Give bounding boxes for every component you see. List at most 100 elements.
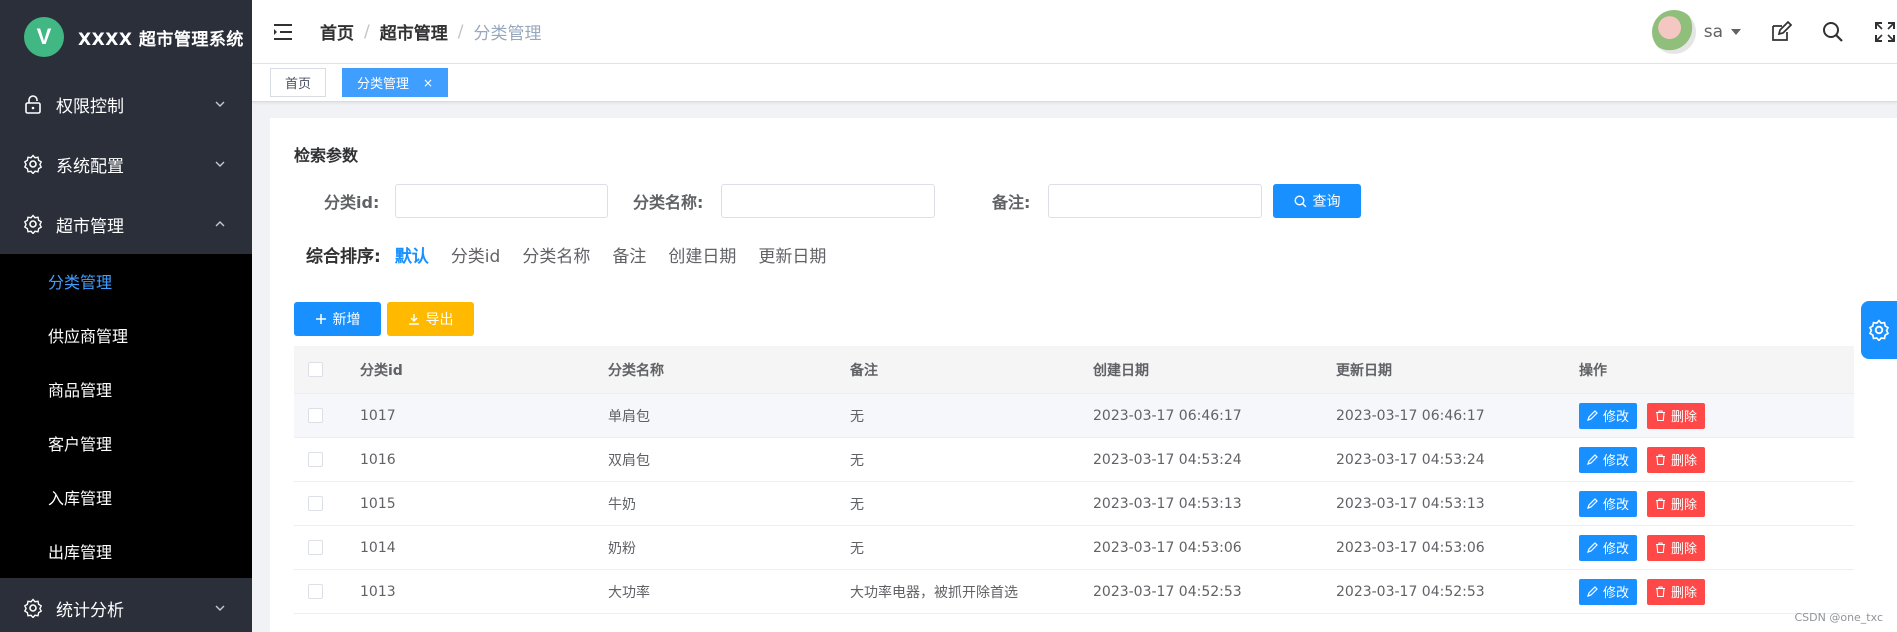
category-id-input[interactable] (395, 184, 608, 218)
remark-input[interactable] (1048, 184, 1262, 218)
field-label-remark: 备注: (992, 193, 1031, 212)
category-table: 分类id 分类名称 备注 创建日期 更新日期 操作 1017 单肩包 无 202… (294, 346, 1854, 614)
menu-item-permission[interactable]: 权限控制 (0, 74, 252, 134)
avatar[interactable] (1651, 10, 1696, 54)
delete-button-label: 删除 (1671, 454, 1698, 469)
menu-item-system-config[interactable]: 系统配置 (0, 134, 252, 194)
edit-button[interactable]: 修改 (1579, 402, 1638, 429)
delete-button-label: 删除 (1671, 542, 1698, 557)
query-button[interactable]: 查询 (1273, 184, 1361, 218)
row-checkbox[interactable] (308, 408, 323, 423)
cell-id: 1013 (360, 583, 396, 600)
add-button-label: 新增 (332, 312, 361, 328)
cell-updated: 2023-03-17 06:46:17 (1336, 407, 1485, 424)
settings-drawer-button[interactable] (1861, 301, 1897, 359)
gear-icon (22, 597, 44, 619)
logo[interactable]: V XXXX 超市管理系统 (0, 0, 252, 74)
user-dropdown[interactable]: sa (1704, 22, 1741, 42)
column-header-name[interactable]: 分类名称 (608, 360, 850, 380)
trash-icon (1656, 410, 1666, 421)
menu-item-label: 权限控制 (56, 96, 124, 117)
column-header-id[interactable]: 分类id (360, 360, 608, 380)
breadcrumb-item-home[interactable]: 首页 (320, 19, 354, 44)
sort-option-name[interactable]: 分类名称 (522, 242, 590, 267)
export-button[interactable]: 导出 (387, 302, 474, 336)
add-button[interactable]: 新增 (294, 302, 381, 336)
edit-icon[interactable] (1769, 20, 1793, 44)
breadcrumb-item-current: 分类管理 (473, 24, 542, 44)
cell-created: 2023-03-17 04:52:53 (1093, 583, 1242, 600)
export-button-label: 导出 (425, 312, 454, 328)
trash-icon (1656, 586, 1666, 597)
table-header: 分类id 分类名称 备注 创建日期 更新日期 操作 (294, 346, 1854, 394)
menu-item-statistics[interactable]: 统计分析 (0, 578, 252, 632)
table-row[interactable]: 1013 大功率 大功率电器，被抓开除首选 2023-03-17 04:52:5… (294, 570, 1854, 614)
trash-icon (1656, 542, 1666, 553)
submenu-item-category[interactable]: 分类管理 (0, 254, 252, 308)
cell-id: 1017 (360, 407, 396, 424)
row-checkbox[interactable] (308, 584, 323, 599)
edit-button[interactable]: 修改 (1579, 446, 1638, 473)
delete-button-label: 删除 (1671, 586, 1698, 601)
edit-button-label: 修改 (1603, 498, 1630, 513)
menu-item-label: 统计分析 (56, 600, 124, 621)
submenu-item-goods[interactable]: 商品管理 (0, 362, 252, 416)
lock-icon (22, 93, 44, 115)
select-all-checkbox[interactable] (308, 362, 323, 377)
delete-button[interactable]: 删除 (1647, 402, 1706, 429)
delete-button-label: 删除 (1671, 410, 1698, 425)
plus-icon (315, 314, 326, 324)
table-row[interactable]: 1014 奶粉 无 2023-03-17 04:53:06 2023-03-17… (294, 526, 1854, 570)
row-checkbox[interactable] (308, 452, 323, 467)
trash-icon (1656, 498, 1666, 509)
delete-button[interactable]: 删除 (1647, 490, 1706, 517)
breadcrumb-separator: / (457, 21, 464, 42)
chevron-up-icon (215, 221, 225, 227)
delete-button[interactable]: 删除 (1647, 578, 1706, 605)
submenu-item-supplier[interactable]: 供应商管理 (0, 308, 252, 362)
fullscreen-icon[interactable] (1873, 20, 1897, 44)
submenu-item-stock-out[interactable]: 出库管理 (0, 524, 252, 578)
submenu-item-stock-in[interactable]: 入库管理 (0, 470, 252, 524)
submenu-supermarket: 分类管理 供应商管理 商品管理 客户管理 入库管理 出库管理 (0, 254, 252, 578)
edit-icon (1587, 410, 1598, 421)
sort-option-id[interactable]: 分类id (451, 242, 501, 267)
delete-button[interactable]: 删除 (1647, 446, 1706, 473)
table-row[interactable]: 1016 双肩包 无 2023-03-17 04:53:24 2023-03-1… (294, 438, 1854, 482)
column-header-remark[interactable]: 备注 (850, 360, 1093, 380)
edit-button[interactable]: 修改 (1579, 534, 1638, 561)
column-header-actions: 操作 (1579, 362, 1607, 379)
table-row[interactable]: 1015 牛奶 无 2023-03-17 04:53:13 2023-03-17… (294, 482, 1854, 526)
sort-option-default[interactable]: 默认 (395, 242, 429, 267)
tag-category[interactable]: 分类管理 × (342, 68, 449, 97)
delete-button-label: 删除 (1671, 498, 1698, 513)
column-header-updated[interactable]: 更新日期 (1336, 360, 1579, 380)
tag-home[interactable]: 首页 (270, 68, 327, 97)
close-icon[interactable]: × (423, 76, 433, 90)
cell-name: 奶粉 (608, 540, 636, 557)
menu-item-label: 超市管理 (56, 216, 124, 237)
category-name-input[interactable] (721, 184, 935, 218)
sort-option-updated[interactable]: 更新日期 (758, 242, 826, 267)
column-header-created[interactable]: 创建日期 (1093, 360, 1336, 380)
row-checkbox[interactable] (308, 540, 323, 555)
cell-created: 2023-03-17 06:46:17 (1093, 407, 1242, 424)
sort-option-created[interactable]: 创建日期 (668, 242, 736, 267)
cell-updated: 2023-03-17 04:53:24 (1336, 451, 1485, 468)
sort-bar: 综合排序: 默认 分类id 分类名称 备注 创建日期 更新日期 (306, 242, 848, 267)
edit-button[interactable]: 修改 (1579, 578, 1638, 605)
breadcrumb-item-supermarket[interactable]: 超市管理 (380, 19, 448, 44)
menu-item-supermarket[interactable]: 超市管理 (0, 194, 252, 254)
tag-label: 分类管理 (357, 77, 410, 92)
cell-created: 2023-03-17 04:53:24 (1093, 451, 1242, 468)
table-row[interactable]: 1017 单肩包 无 2023-03-17 06:46:17 2023-03-1… (294, 394, 1854, 438)
delete-button[interactable]: 删除 (1647, 534, 1706, 561)
hamburger-icon[interactable] (272, 21, 294, 43)
sort-option-remark[interactable]: 备注 (612, 242, 646, 267)
search-icon[interactable] (1821, 20, 1845, 44)
field-label-id: 分类id: (324, 193, 380, 212)
row-checkbox[interactable] (308, 496, 323, 511)
edit-button-label: 修改 (1603, 586, 1630, 601)
submenu-item-customer[interactable]: 客户管理 (0, 416, 252, 470)
edit-button[interactable]: 修改 (1579, 490, 1638, 517)
